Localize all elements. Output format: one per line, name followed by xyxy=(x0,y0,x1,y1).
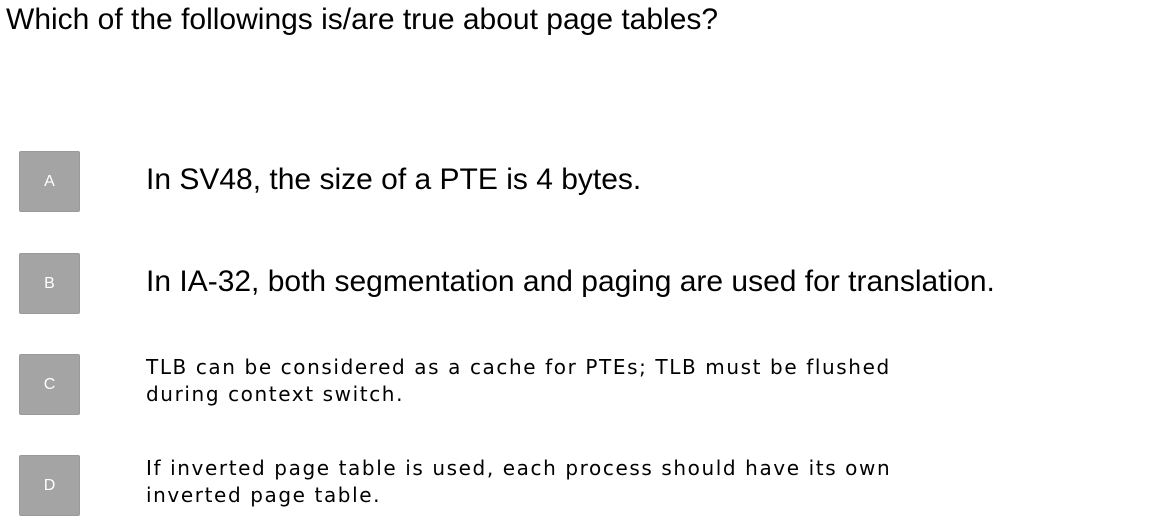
option-c[interactable]: C TLB can be considered as a cache for P… xyxy=(19,354,1144,415)
option-d-line-1: If inverted page table is used, each pro… xyxy=(146,456,892,480)
question-text: Which of the followings is/are true abou… xyxy=(6,3,719,36)
option-c-line-2: during context switch. xyxy=(146,382,405,406)
option-d-text: If inverted page table is used, each pro… xyxy=(146,455,891,509)
option-c-line-1: TLB can be considered as a cache for PTE… xyxy=(146,355,891,379)
option-d-line-2: inverted page table. xyxy=(146,483,382,507)
option-c-badge[interactable]: C xyxy=(19,354,80,415)
option-b-badge[interactable]: B xyxy=(19,253,80,314)
option-a-badge[interactable]: A xyxy=(19,151,80,212)
option-c-text: TLB can be considered as a cache for PTE… xyxy=(146,354,891,408)
option-a-line-1: In SV48, the size of a PTE is 4 bytes. xyxy=(146,163,642,196)
option-a-text: In SV48, the size of a PTE is 4 bytes. xyxy=(146,162,641,198)
option-d-badge[interactable]: D xyxy=(19,455,80,516)
option-a[interactable]: A In SV48, the size of a PTE is 4 bytes. xyxy=(19,151,1144,212)
option-b-text: In IA-32, both segmentation and paging a… xyxy=(146,264,995,300)
option-b[interactable]: B In IA-32, both segmentation and paging… xyxy=(19,253,1144,314)
option-d[interactable]: D If inverted page table is used, each p… xyxy=(19,455,1144,516)
option-b-line-1: In IA-32, both segmentation and paging a… xyxy=(146,265,995,298)
